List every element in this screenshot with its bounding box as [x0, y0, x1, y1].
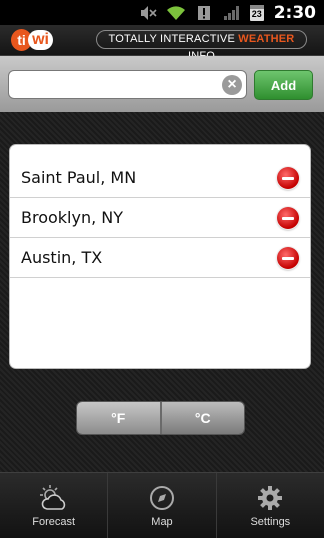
list-item[interactable]: Austin, TX	[10, 238, 310, 278]
compass-icon	[145, 483, 179, 513]
location-name: Brooklyn, NY	[21, 208, 124, 227]
tagline: TOTALLY INTERACTIVE WEATHER INFO	[96, 30, 307, 62]
remove-icon[interactable]	[277, 167, 299, 189]
remove-icon[interactable]	[277, 247, 299, 269]
list-item[interactable]: Brooklyn, NY	[10, 198, 310, 238]
location-name: Saint Paul, MN	[21, 168, 137, 187]
tab-settings[interactable]: Settings	[217, 473, 324, 538]
wifi-icon	[166, 4, 186, 22]
tiwi-logo: ti wi	[11, 28, 53, 52]
app-header: ti wi TOTALLY INTERACTIVE WEATHER INFO	[0, 25, 324, 62]
tab-map-label: Map	[151, 516, 173, 528]
tagline-accent: WEATHER	[238, 33, 295, 45]
signal-icon	[222, 4, 242, 22]
remove-icon[interactable]	[277, 207, 299, 229]
bottom-nav: Forecast Map Settings	[0, 472, 324, 538]
tagline-start: TOTALLY INTERACTIVE	[108, 33, 239, 45]
clock: 2:30	[273, 2, 316, 23]
tab-settings-label: Settings	[250, 516, 291, 528]
unit-toggle: °F °C	[76, 401, 245, 435]
fahrenheit-button[interactable]: °F	[77, 402, 162, 434]
status-bar: 23 2:30	[0, 0, 324, 25]
celsius-button[interactable]: °C	[161, 402, 244, 434]
calendar-icon: 23	[249, 4, 264, 21]
gear-icon	[253, 483, 287, 513]
clear-icon[interactable]: ×	[222, 75, 242, 95]
tab-forecast[interactable]: Forecast	[0, 473, 109, 538]
tab-map[interactable]: Map	[108, 473, 217, 538]
tab-forecast-label: Forecast	[32, 516, 76, 528]
logo-text: wi	[28, 30, 53, 50]
list-item[interactable]: Saint Paul, MN	[10, 158, 310, 198]
add-location-bar: × Add	[0, 56, 324, 112]
locations-list: Saint Paul, MN Brooklyn, NY Austin, TX	[9, 144, 311, 369]
mute-icon	[138, 4, 158, 22]
location-search-input[interactable]	[8, 70, 247, 99]
forecast-icon	[37, 483, 71, 513]
add-button[interactable]: Add	[254, 70, 313, 100]
alert-icon	[194, 4, 214, 22]
location-name: Austin, TX	[21, 248, 103, 267]
